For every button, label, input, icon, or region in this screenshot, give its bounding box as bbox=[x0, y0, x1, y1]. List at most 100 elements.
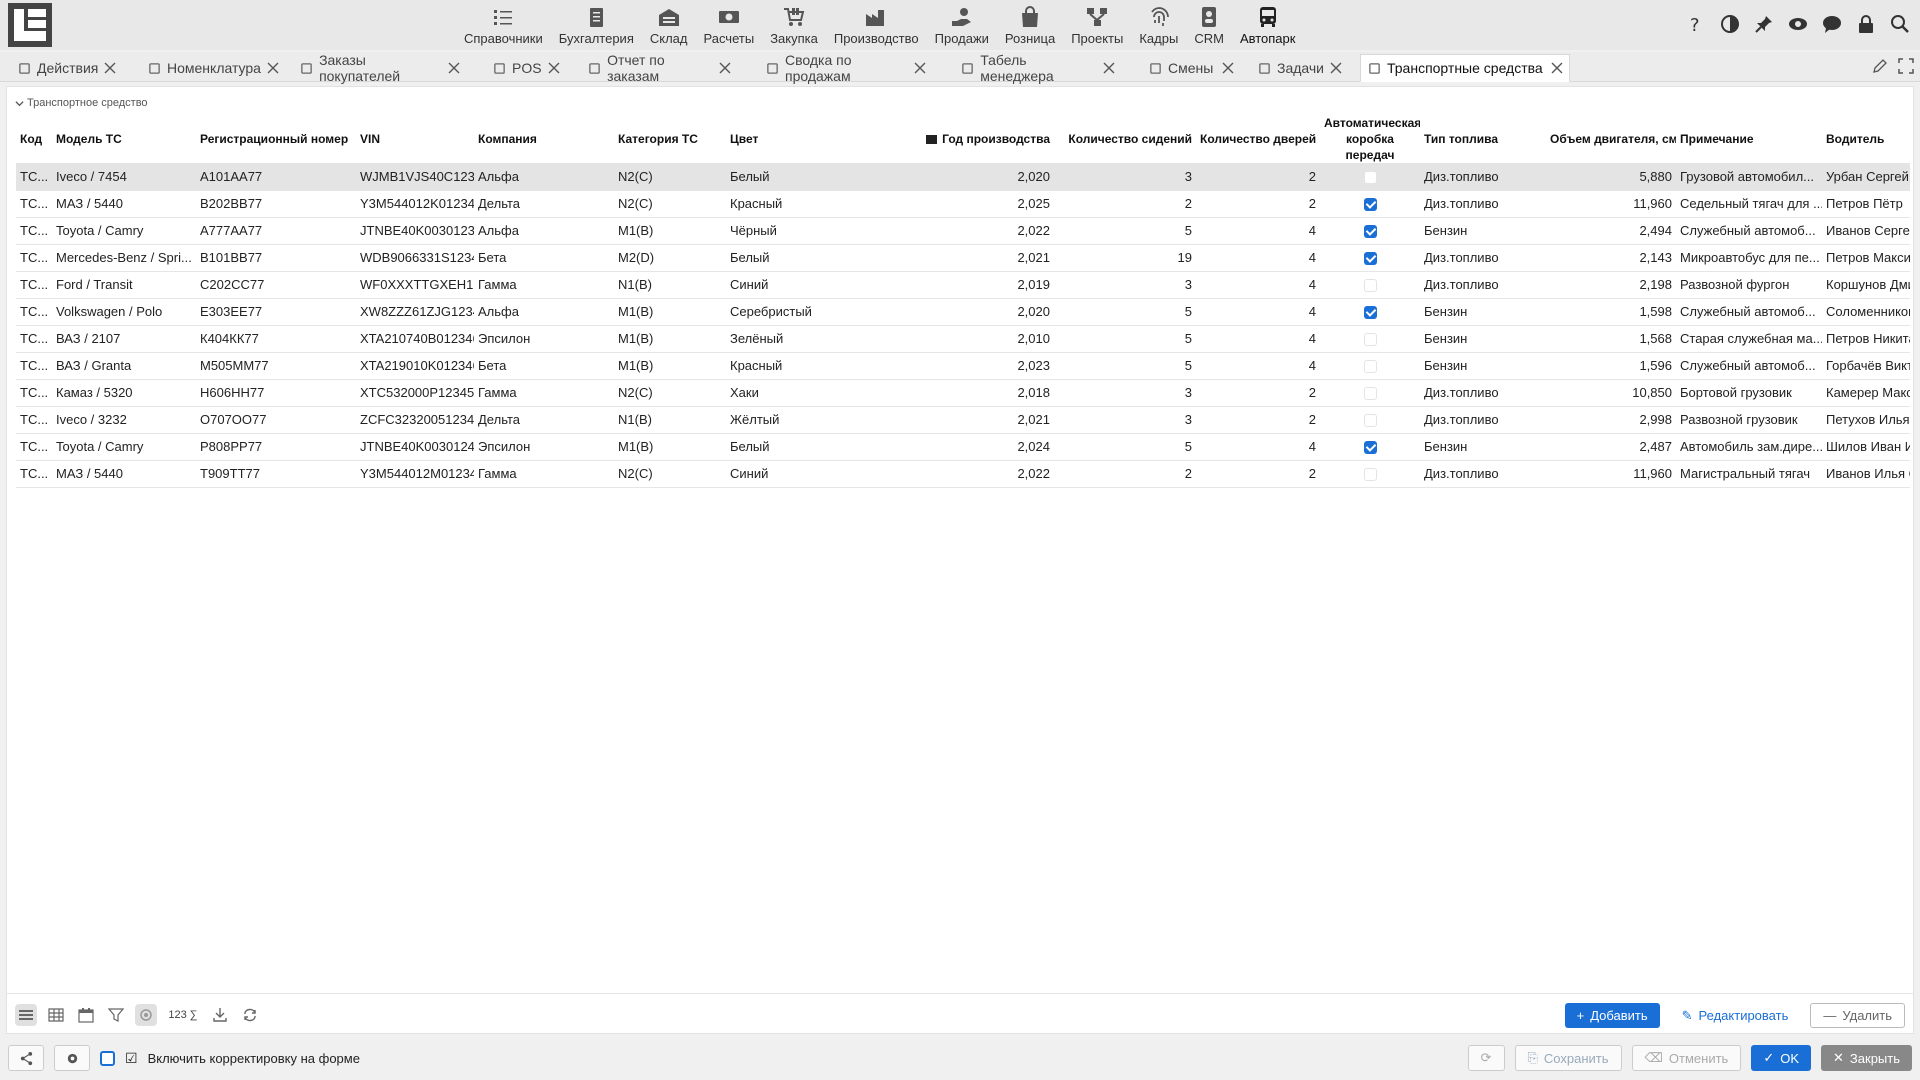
tab-close-icon[interactable] bbox=[548, 62, 560, 74]
table-cell[interactable] bbox=[1320, 217, 1420, 245]
list-view-icon[interactable] bbox=[15, 1004, 37, 1026]
tab-2[interactable]: Заказы покупателей bbox=[294, 52, 466, 84]
table-cell[interactable] bbox=[1320, 352, 1420, 380]
edit-form-checkbox[interactable] bbox=[100, 1050, 115, 1066]
edit-button[interactable]: ✎ Редактировать bbox=[1670, 1003, 1801, 1028]
auto-transmission-checkbox[interactable] bbox=[1363, 414, 1377, 428]
tab-close-icon[interactable] bbox=[1103, 62, 1115, 74]
column-header[interactable]: Водитель bbox=[1822, 115, 1910, 163]
table-row[interactable]: ТС... Ford / Transit С202СС77 WF0XXXTTGXEH1… bbox=[16, 271, 1910, 299]
table-cell[interactable] bbox=[1320, 460, 1420, 488]
section-header[interactable]: Транспортное средство bbox=[15, 97, 148, 109]
tab-close-icon[interactable] bbox=[448, 62, 460, 74]
table-cell[interactable] bbox=[1320, 271, 1420, 299]
edit-icon[interactable] bbox=[1872, 58, 1888, 74]
table-row[interactable]: ТС... Toyota / Camry Р808РР77 JTNBE40K00301… bbox=[16, 433, 1910, 461]
calendar-view-icon[interactable] bbox=[75, 1004, 97, 1026]
nav-module-0[interactable]: Справочники bbox=[456, 0, 551, 50]
totals-toggle[interactable]: 123 ∑ bbox=[165, 1004, 201, 1026]
table-cell[interactable] bbox=[1320, 190, 1420, 218]
grid-view-icon[interactable] bbox=[45, 1004, 67, 1026]
table-cell[interactable] bbox=[1320, 244, 1420, 272]
delete-button[interactable]: — Удалить bbox=[1810, 1003, 1905, 1028]
column-header[interactable]: Модель ТС bbox=[52, 115, 196, 163]
nav-module-5[interactable]: Производство bbox=[826, 0, 927, 50]
contrast-icon[interactable] bbox=[1718, 12, 1742, 36]
refresh-cycle-icon[interactable] bbox=[239, 1004, 261, 1026]
lock-icon[interactable] bbox=[1854, 12, 1878, 36]
table-row[interactable]: ТС... Камаз / 5320 Н606НН77 XTC532000P12345… bbox=[16, 379, 1910, 407]
save-button[interactable]: ⎘ Сохранить bbox=[1514, 1045, 1622, 1071]
filter-icon[interactable] bbox=[105, 1004, 127, 1026]
pin-icon[interactable] bbox=[1752, 12, 1776, 36]
help-icon[interactable]: ? bbox=[1684, 12, 1708, 36]
tab-8[interactable]: Задачи bbox=[1252, 54, 1342, 82]
column-header[interactable]: Количество сидений bbox=[1054, 115, 1196, 163]
tab-1[interactable]: Номенклатура bbox=[142, 54, 279, 82]
column-header[interactable]: Компания bbox=[474, 115, 614, 163]
close-button[interactable]: ✕ Закрыть bbox=[1821, 1045, 1912, 1071]
auto-transmission-checkbox[interactable] bbox=[1363, 225, 1377, 239]
ok-button[interactable]: ✓ OK bbox=[1751, 1045, 1812, 1071]
auto-transmission-checkbox[interactable] bbox=[1363, 468, 1377, 482]
tab-9[interactable]: Транспортные средства bbox=[1360, 54, 1570, 82]
tab-close-icon[interactable] bbox=[914, 62, 926, 74]
auto-transmission-checkbox[interactable] bbox=[1363, 387, 1377, 401]
settings-view-icon[interactable] bbox=[135, 1004, 157, 1026]
column-header[interactable]: Код bbox=[16, 115, 52, 163]
column-header[interactable]: Автоматическая коробка передач bbox=[1320, 115, 1420, 163]
tab-close-icon[interactable] bbox=[104, 62, 116, 74]
download-icon[interactable] bbox=[209, 1004, 231, 1026]
table-row[interactable]: ТС...Iveco / 7454А101АА77WJMB1VJS40C1234… bbox=[16, 163, 1910, 191]
table-row[interactable]: ТС...ВАЗ / 2107К404КК77XTA210740B0123460… bbox=[16, 325, 1910, 353]
column-header[interactable]: Цвет bbox=[726, 115, 876, 163]
auto-transmission-checkbox[interactable] bbox=[1363, 333, 1377, 347]
auto-transmission-checkbox[interactable] bbox=[1363, 360, 1377, 374]
fullscreen-icon[interactable] bbox=[1898, 58, 1914, 74]
tab-close-icon[interactable] bbox=[1330, 62, 1342, 74]
column-header[interactable]: Категория ТС bbox=[614, 115, 726, 163]
table-cell[interactable] bbox=[1320, 325, 1420, 353]
nav-module-1[interactable]: Бухгалтерия bbox=[551, 0, 642, 50]
reload-button[interactable]: ⟳ bbox=[1467, 1045, 1505, 1071]
chat-icon[interactable] bbox=[1820, 12, 1844, 36]
nav-module-4[interactable]: Закупка bbox=[762, 0, 826, 50]
auto-transmission-checkbox[interactable] bbox=[1363, 252, 1377, 266]
auto-transmission-checkbox[interactable] bbox=[1363, 279, 1377, 293]
table-cell[interactable] bbox=[1320, 379, 1420, 407]
nav-module-2[interactable]: Склад bbox=[642, 0, 696, 50]
table-cell[interactable] bbox=[1320, 163, 1420, 191]
share-button[interactable] bbox=[8, 1045, 44, 1071]
column-header[interactable]: Примечание bbox=[1676, 115, 1822, 163]
table-row[interactable]: ТС... МАЗ / 5440 Т909ТТ77 Y3M544012M012345 Г… bbox=[16, 460, 1910, 488]
tab-close-icon[interactable] bbox=[267, 62, 279, 74]
nav-module-10[interactable]: CRM bbox=[1186, 0, 1232, 50]
auto-transmission-checkbox[interactable] bbox=[1363, 170, 1377, 184]
table-row[interactable]: ТС... Iveco / 3232 О707ОО77 ZCFC32320051234… bbox=[16, 406, 1910, 434]
nav-module-3[interactable]: Расчеты bbox=[695, 0, 762, 50]
column-header[interactable]: Регистрационный номер bbox=[196, 115, 356, 163]
auto-transmission-checkbox[interactable] bbox=[1363, 441, 1377, 455]
nav-module-9[interactable]: Кадры bbox=[1131, 0, 1186, 50]
eye-icon[interactable] bbox=[1786, 12, 1810, 36]
tab-6[interactable]: Табель менеджера bbox=[955, 52, 1121, 84]
tab-7[interactable]: Смены bbox=[1142, 54, 1240, 82]
table-row[interactable]: ТС... Mercedes-Benz / Spri... В101ВВ77 WDB9… bbox=[16, 244, 1910, 272]
table-cell[interactable] bbox=[1320, 298, 1420, 326]
table-cell[interactable] bbox=[1320, 406, 1420, 434]
column-header[interactable]: Объем двигателя, см3 bbox=[1546, 115, 1676, 163]
tab-close-icon[interactable] bbox=[719, 62, 731, 74]
column-header[interactable]: VIN bbox=[356, 115, 474, 163]
column-header[interactable]: Количество дверей bbox=[1196, 115, 1320, 163]
table-row[interactable]: ТС... Toyota / Camry А777АА77 JTNBE40K00301… bbox=[16, 217, 1910, 245]
table-row[interactable]: ТС... МАЗ / 5440 В202ВВ77 Y3M544012K012345 Д… bbox=[16, 190, 1910, 218]
tab-0[interactable]: Действия bbox=[12, 54, 116, 82]
nav-module-6[interactable]: Продажи bbox=[927, 0, 997, 50]
column-header[interactable]: Год производства bbox=[876, 115, 1054, 163]
search-icon[interactable] bbox=[1888, 12, 1912, 36]
auto-transmission-checkbox[interactable] bbox=[1363, 198, 1377, 212]
table-cell[interactable] bbox=[1320, 433, 1420, 461]
nav-module-11[interactable]: Автопарк bbox=[1232, 0, 1304, 50]
add-button[interactable]: + Добавить bbox=[1564, 1003, 1660, 1028]
cancel-button[interactable]: ⌫ Отменить bbox=[1631, 1045, 1742, 1071]
